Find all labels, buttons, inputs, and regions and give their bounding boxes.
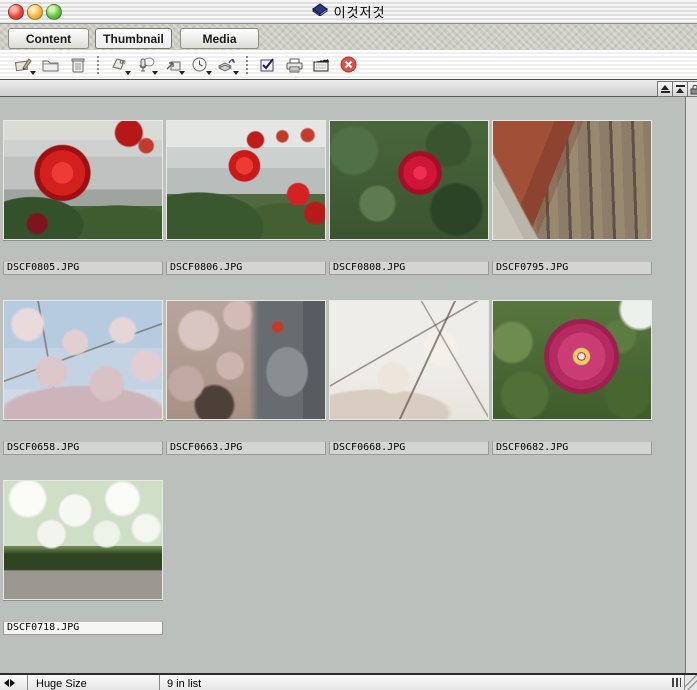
column-resize-icon[interactable]	[4, 679, 15, 687]
slideshow-clapper-icon	[312, 56, 331, 73]
thumbnail-image-dscf0668[interactable]	[329, 300, 489, 420]
thumbnail-image-dscf0718[interactable]	[3, 480, 163, 600]
folder-icon	[41, 57, 60, 73]
toolbar	[0, 50, 697, 80]
thumbnail-image-dscf0658[interactable]	[3, 300, 163, 420]
titlebar: 이것저것	[0, 0, 697, 24]
stop-delete-icon	[340, 56, 357, 73]
thumbnail-image-dscf0663[interactable]	[166, 300, 326, 420]
voice-annotation-button[interactable]	[132, 53, 159, 77]
filename-label-selected[interactable]: DSCF0718.JPG	[3, 621, 163, 635]
rotate-edit-button[interactable]	[10, 53, 37, 77]
thumbnail-cell: DSCF0808.JPG	[329, 120, 489, 300]
export-send-button[interactable]	[213, 53, 240, 77]
filename-label[interactable]: DSCF0682.JPG	[492, 441, 652, 455]
book-icon	[312, 3, 328, 21]
tab-thumbnail[interactable]: Thumbnail	[95, 28, 172, 49]
item-count-label: 9 in list	[167, 678, 201, 690]
status-bar: Huge Size 9 in list	[0, 673, 697, 690]
dropdown-arrow-icon	[152, 71, 158, 75]
date-time-button[interactable]	[186, 53, 213, 77]
sort-ascending-icon	[661, 85, 669, 90]
filename-label[interactable]: DSCF0663.JPG	[166, 441, 326, 455]
tab-media[interactable]: Media	[180, 28, 259, 49]
thumbnail-cell: DSCF0663.JPG	[166, 300, 326, 480]
splitter-grip-icon[interactable]	[672, 678, 681, 687]
statusbar-divider	[159, 675, 160, 690]
label-tag-button[interactable]	[105, 53, 132, 77]
folder-button[interactable]	[37, 53, 64, 77]
stop-delete-button[interactable]	[335, 53, 362, 77]
lock-button[interactable]	[687, 81, 697, 97]
thumbnail-cell: DSCF0658.JPG	[3, 300, 163, 480]
window-resize-grip[interactable]	[684, 675, 697, 690]
vertical-scrollbar[interactable]	[685, 97, 697, 673]
dropdown-arrow-icon	[233, 71, 239, 75]
tab-bar: Content Thumbnail Media	[0, 24, 697, 50]
trash-button[interactable]	[64, 53, 91, 77]
window-title: 이것저것	[334, 2, 386, 21]
thumbnail-cell: DSCF0795.JPG	[492, 120, 652, 300]
filename-label[interactable]: DSCF0668.JPG	[329, 441, 489, 455]
thumbnail-image-dscf0805[interactable]	[3, 120, 163, 240]
dropdown-arrow-icon	[179, 71, 185, 75]
slideshow-button[interactable]	[308, 53, 335, 77]
trash-icon	[70, 56, 86, 74]
thumbnail-cell: DSCF0806.JPG	[166, 120, 326, 300]
filename-label[interactable]: DSCF0806.JPG	[166, 261, 326, 275]
dropdown-arrow-icon	[30, 71, 36, 75]
thumbnail-cell: DSCF0805.JPG	[3, 120, 163, 300]
thumbnail-cell: DSCF0682.JPG	[492, 300, 652, 480]
thumbnail-cell: DSCF0668.JPG	[329, 300, 489, 480]
print-button[interactable]	[281, 53, 308, 77]
statusbar-divider	[27, 675, 28, 690]
filename-label[interactable]: DSCF0808.JPG	[329, 261, 489, 275]
thumbnail-grid: DSCF0805.JPG DSCF0806.JPG DSCF0808.JPG D…	[3, 120, 652, 660]
checkmark-select-icon	[259, 57, 276, 73]
sort-ascending-button[interactable]	[657, 81, 673, 97]
thumbnail-image-dscf0806[interactable]	[166, 120, 326, 240]
thumbnail-image-dscf0808[interactable]	[329, 120, 489, 240]
checkmark-select-button[interactable]	[254, 53, 281, 77]
list-header	[0, 80, 697, 97]
print-icon	[285, 57, 304, 73]
filename-label[interactable]: DSCF0658.JPG	[3, 441, 163, 455]
toolbar-separator	[246, 56, 248, 74]
filename-label[interactable]: DSCF0805.JPG	[3, 261, 163, 275]
tab-content[interactable]: Content	[8, 28, 89, 49]
thumbnail-cell: DSCF0718.JPG	[3, 480, 163, 660]
lock-icon	[690, 84, 697, 95]
dropdown-arrow-icon	[206, 71, 212, 75]
move-to-top-icon	[676, 88, 684, 93]
thumbnail-view: DSCF0805.JPG DSCF0806.JPG DSCF0808.JPG D…	[0, 97, 686, 673]
filename-label[interactable]: DSCF0795.JPG	[492, 261, 652, 275]
thumbnail-image-dscf0682[interactable]	[492, 300, 652, 420]
move-to-top-button[interactable]	[672, 81, 688, 97]
size-popup[interactable]: Huge Size	[36, 678, 87, 690]
thumbnail-image-dscf0795[interactable]	[492, 120, 652, 240]
dropdown-arrow-icon	[125, 71, 131, 75]
resize-button[interactable]	[159, 53, 186, 77]
toolbar-separator	[97, 56, 99, 74]
